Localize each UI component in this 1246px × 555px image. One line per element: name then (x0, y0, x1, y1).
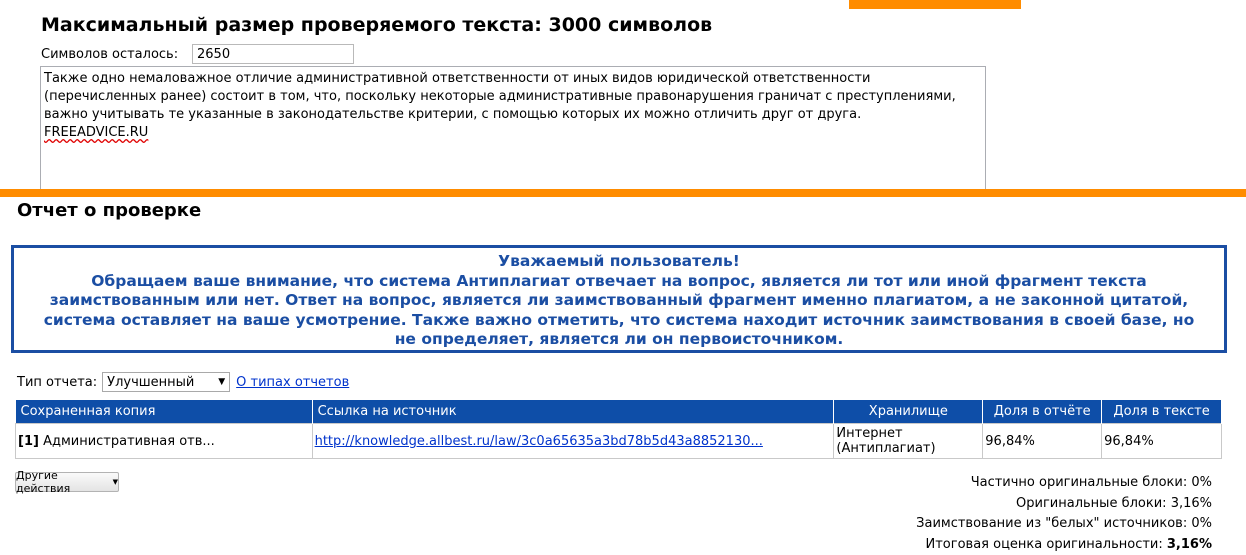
stat-label: Оригинальные блоки: (1016, 495, 1167, 511)
stat-total: Итоговая оценка оригинальности: 3,16% (916, 535, 1213, 555)
stat-total-value: 3,16% (1166, 536, 1212, 552)
table-header-row: Сохраненная копия Ссылка на источник Хра… (15, 400, 1222, 424)
report-title: Отчет о проверке (17, 200, 202, 221)
cell-storage: Интернет (Антиплагиат) (833, 423, 984, 459)
orange-top-tab (849, 0, 1021, 9)
page-title: Максимальный размер проверяемого текста:… (41, 14, 713, 36)
dropdown-arrow-icon: ▼ (218, 377, 226, 387)
stat-original: Оригинальные блоки: 3,16% (916, 494, 1212, 515)
cell-link: http://knowledge.allbest.ru/law/3c0a6563… (311, 423, 835, 459)
column-header-link[interactable]: Ссылка на источник (312, 400, 835, 424)
text-line-misspelled: FREEADVICE.RU (44, 125, 149, 140)
text-line: Также одно немаловажное отличие админист… (44, 71, 871, 86)
originality-stats: Частично оригинальные блоки: 0% Оригинал… (916, 473, 1212, 555)
dropdown-arrow-icon: ▼ (112, 478, 118, 486)
notice-line: не определяет, является ли он первоисточ… (394, 330, 844, 348)
report-type-row: Тип отчета: Улучшенный ▼ О типах отчетов (17, 372, 349, 392)
column-header-copy[interactable]: Сохраненная копия (15, 400, 313, 424)
stat-value: 0% (1191, 475, 1212, 490)
stat-label: Частично оригинальные блоки: (970, 475, 1188, 490)
chars-left-row: Символов осталось: (41, 44, 354, 64)
stat-partial: Частично оригинальные блоки: 0% (916, 473, 1212, 494)
stat-value: 3,16% (1170, 495, 1212, 511)
source-link[interactable]: http://knowledge.allbest.ru/law/3c0a6563… (315, 434, 763, 449)
stat-value: 0% (1191, 516, 1212, 531)
other-actions-label: Другие действия (16, 469, 71, 495)
other-actions-button[interactable]: Другие действия ▼ (15, 469, 119, 495)
column-header-share-text[interactable]: Доля в тексте (1101, 400, 1222, 424)
column-header-share-report[interactable]: Доля в отчёте (982, 400, 1103, 424)
check-text-area[interactable]: Также одно немаловажное отличие админист… (40, 66, 986, 195)
row-index: [1] (18, 433, 39, 449)
text-line: важно учитывать те указанные в законодат… (44, 107, 862, 122)
text-line: (перечисленных ранее) состоит в том, что… (44, 89, 956, 104)
table-row: [1] Административная отв... http://knowl… (15, 423, 1222, 459)
column-header-storage[interactable]: Хранилище (833, 400, 984, 424)
results-table: Сохраненная копия Ссылка на источник Хра… (15, 400, 1222, 459)
notice-line: заимствованным или нет. Ответ на вопрос,… (49, 291, 1189, 309)
stat-label: Заимствование из "белых" источников: (916, 516, 1188, 531)
report-types-link[interactable]: О типах отчетов (236, 375, 349, 390)
notice-line: Обращаем ваше внимание, что система Анти… (91, 271, 1147, 290)
cell-share-text: 96,84% (1101, 423, 1222, 459)
chars-left-label: Символов осталось: (41, 46, 179, 62)
cell-share-report: 96,84% (982, 423, 1103, 459)
notice-line: Уважаемый пользователь! (498, 252, 740, 270)
stat-white: Заимствование из "белых" источников: 0% (916, 514, 1212, 535)
copy-title: Административная отв... (43, 433, 215, 449)
chars-left-field[interactable] (192, 44, 354, 64)
notice-line: система оставляет на ваше усмотрение. Та… (43, 310, 1195, 329)
orange-divider (0, 189, 1246, 197)
report-type-value: Улучшенный (107, 374, 195, 390)
stat-label: Итоговая оценка оригинальности: (925, 536, 1163, 552)
cell-copy[interactable]: [1] Административная отв... (15, 423, 313, 459)
storage-line: Интернет (836, 426, 903, 441)
notice-box: Уважаемый пользователь! Обращаем ваше вн… (11, 245, 1227, 353)
report-type-label: Тип отчета: (17, 374, 98, 390)
report-type-select[interactable]: Улучшенный ▼ (102, 372, 231, 392)
storage-line: (Антиплагиат) (836, 441, 936, 456)
